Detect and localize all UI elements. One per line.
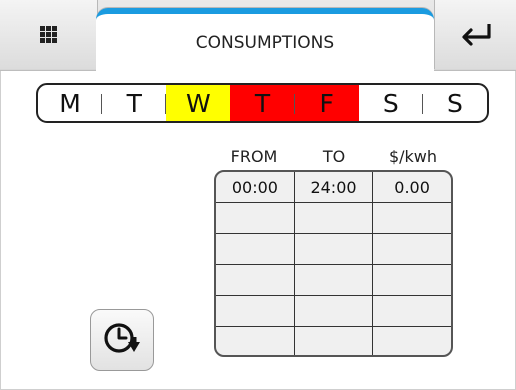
schedule-button[interactable]	[90, 309, 154, 371]
price-cell[interactable]	[372, 264, 451, 296]
day-thursday[interactable]: T	[230, 85, 295, 121]
table-row	[216, 326, 451, 355]
return-arrow-icon	[461, 23, 491, 46]
schedule-table: 00:00 24:00 0.00	[214, 170, 453, 357]
day-saturday[interactable]: S	[359, 85, 423, 121]
table-row	[216, 264, 451, 296]
to-cell[interactable]	[293, 202, 374, 234]
to-cell[interactable]	[293, 295, 374, 327]
header-bar: CONSUMPTIONS	[0, 0, 516, 71]
price-cell[interactable]	[372, 233, 451, 265]
table-row	[216, 202, 451, 234]
to-cell[interactable]	[293, 326, 374, 355]
from-cell[interactable]	[216, 233, 295, 265]
from-cell[interactable]: 00:00	[216, 172, 295, 203]
column-header-from: FROM	[230, 147, 278, 166]
to-cell[interactable]	[293, 233, 374, 265]
day-friday[interactable]: F	[294, 85, 359, 121]
day-monday[interactable]: M	[38, 85, 103, 121]
price-cell[interactable]	[372, 295, 451, 327]
from-cell[interactable]	[216, 326, 295, 355]
clock-download-icon	[104, 323, 140, 353]
grid-menu-icon	[40, 26, 57, 43]
from-cell[interactable]	[216, 295, 295, 327]
page-title: CONSUMPTIONS	[195, 32, 335, 53]
back-button[interactable]	[434, 0, 516, 69]
menu-button[interactable]	[0, 0, 98, 69]
price-cell[interactable]	[372, 202, 451, 234]
day-selector: M T W T F S S	[36, 83, 489, 123]
to-cell[interactable]: 24:00	[293, 172, 374, 203]
table-row	[216, 233, 451, 265]
column-header-price: $/kwh	[388, 147, 438, 166]
day-sunday[interactable]: S	[423, 85, 487, 121]
column-header-to: TO	[322, 147, 346, 166]
price-cell[interactable]	[372, 326, 451, 355]
day-tuesday[interactable]: T	[102, 85, 167, 121]
price-cell[interactable]: 0.00	[372, 172, 451, 203]
table-row: 00:00 24:00 0.00	[216, 172, 451, 203]
table-row	[216, 295, 451, 327]
day-wednesday[interactable]: W	[166, 85, 231, 121]
from-cell[interactable]	[216, 202, 295, 234]
page-title-tab: CONSUMPTIONS	[96, 8, 434, 71]
from-cell[interactable]	[216, 264, 295, 296]
to-cell[interactable]	[293, 264, 374, 296]
